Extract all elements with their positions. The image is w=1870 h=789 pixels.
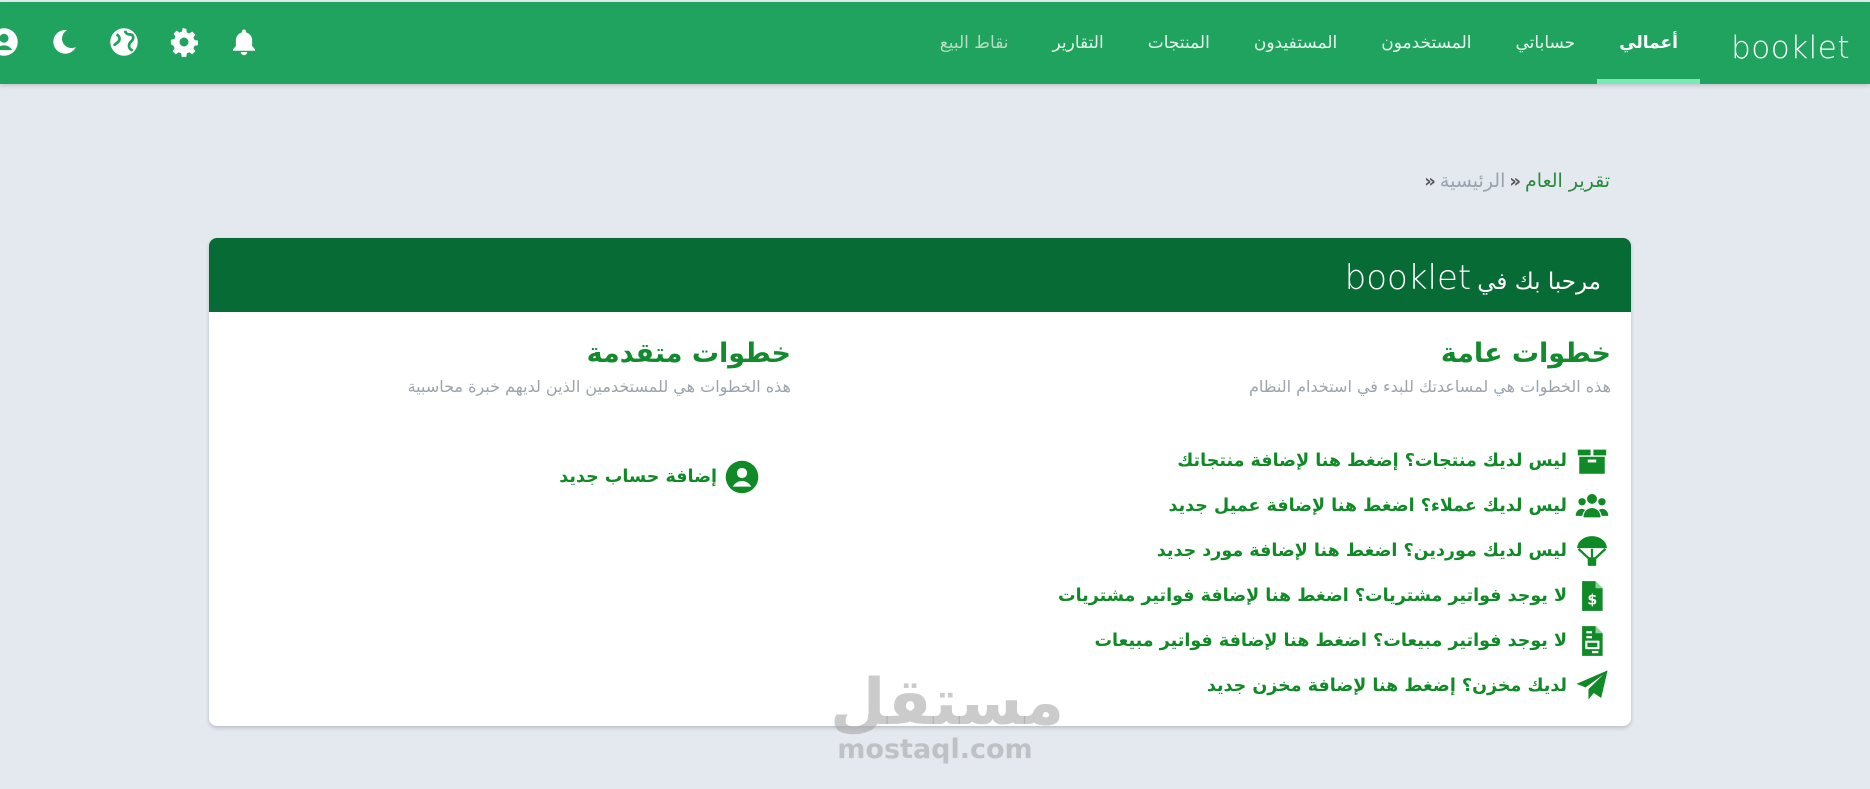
nav-my-work[interactable]: أعمالي <box>1597 2 1700 84</box>
step-add-warehouse[interactable]: لديك مخزن؟ إضغط هنا لإضافة مخزن جديد <box>951 663 1611 708</box>
breadcrumb-home[interactable]: الرئيسية <box>1440 170 1505 192</box>
step-label: لا يوجد فواتير مبيعات؟ اضغط هنا لإضافة ف… <box>1094 630 1567 651</box>
breadcrumb-chevron-icon: « <box>1509 170 1522 192</box>
paper-plane-icon <box>1576 669 1608 699</box>
step-label: لا يوجد فواتير مشتريات؟ اضغط هنا لإضافة … <box>1057 585 1567 606</box>
welcome-card: مرحبا بك في booklet خطوات عامة هذه الخطو… <box>209 238 1631 726</box>
invoice-icon <box>1582 625 1603 656</box>
advanced-steps-section: خطوات متقدمة هذه الخطوات هي للمستخدمين ا… <box>331 338 791 499</box>
step-label: ليس لديك عملاء؟ اضغط هنا لإضافة عميل جدي… <box>1168 495 1567 516</box>
watermark-latin: mostaql.com <box>837 734 1033 765</box>
svg-text:$: $ <box>1587 592 1597 608</box>
nav-products[interactable]: المنتجات <box>1126 2 1232 84</box>
card-header: مرحبا بك في booklet <box>209 238 1631 312</box>
nav-users[interactable]: المستخدمون <box>1359 2 1493 84</box>
users-icon <box>1575 493 1609 517</box>
step-label: ليس لديك موردين؟ اضغط هنا لإضافة مورد جد… <box>1156 540 1567 561</box>
general-steps-title: خطوات عامة <box>1440 338 1611 369</box>
nav-reports[interactable]: التقارير <box>1031 2 1126 84</box>
moon-icon[interactable] <box>48 26 80 58</box>
gear-icon[interactable] <box>168 26 200 58</box>
advanced-steps-list: إضافة حساب جديد <box>331 454 761 499</box>
general-steps-list: ليس لديك منتجات؟ إضغط هنا لإضافة منتجاتك… <box>951 438 1611 708</box>
bell-icon[interactable] <box>228 26 260 58</box>
toolbar <box>0 26 260 58</box>
brand-logo[interactable]: booklet <box>1731 30 1850 66</box>
top-navbar: booklet أعمالي حساباتي المستخدمون المستف… <box>0 2 1870 84</box>
step-add-products[interactable]: ليس لديك منتجات؟ إضغط هنا لإضافة منتجاتك <box>951 438 1611 483</box>
general-steps-section: خطوات عامة هذه الخطوات هي لمساعدتك للبدء… <box>951 338 1611 708</box>
step-label: ليس لديك منتجات؟ إضغط هنا لإضافة منتجاتك <box>1177 450 1567 471</box>
step-add-supplier[interactable]: ليس لديك موردين؟ اضغط هنا لإضافة مورد جد… <box>951 528 1611 573</box>
breadcrumb-current: تقرير العام <box>1525 170 1610 192</box>
user-icon[interactable] <box>0 26 20 58</box>
nav-pos[interactable]: نقاط البيع <box>918 2 1031 84</box>
nav-beneficiaries[interactable]: المستفيدون <box>1232 2 1359 84</box>
step-add-purchase-invoice[interactable]: $ لا يوجد فواتير مشتريات؟ اضغط هنا لإضاف… <box>951 573 1611 618</box>
advanced-steps-subtitle: هذه الخطوات هي للمستخدمين الذين لديهم خب… <box>407 377 791 396</box>
nav-my-accounts[interactable]: حساباتي <box>1494 2 1598 84</box>
step-label: إضافة حساب جديد <box>559 466 717 487</box>
globe-icon[interactable] <box>108 26 140 58</box>
step-add-account[interactable]: إضافة حساب جديد <box>331 454 761 499</box>
general-steps-subtitle: هذه الخطوات هي لمساعدتك للبدء في استخدام… <box>1248 377 1611 396</box>
step-add-customer[interactable]: ليس لديك عملاء؟ اضغط هنا لإضافة عميل جدي… <box>951 483 1611 528</box>
welcome-text: مرحبا بك في <box>1477 269 1601 295</box>
breadcrumb: « الرئيسية « تقرير العام <box>1424 170 1610 192</box>
user-circle-icon <box>725 460 759 493</box>
step-label: لديك مخزن؟ إضغط هنا لإضافة مخزن جديد <box>1206 675 1567 696</box>
step-add-sales-invoice[interactable]: لا يوجد فواتير مبيعات؟ اضغط هنا لإضافة ف… <box>951 618 1611 663</box>
box-icon <box>1577 449 1607 474</box>
main-nav: أعمالي حساباتي المستخدمون المستفيدون الم… <box>918 2 1700 84</box>
invoice-dollar-icon: $ <box>1582 580 1603 611</box>
welcome-brand-logo: booklet <box>1344 258 1472 298</box>
breadcrumb-chevron-icon: « <box>1424 170 1436 192</box>
advanced-steps-title: خطوات متقدمة <box>586 338 791 369</box>
welcome-title: مرحبا بك في booklet <box>1345 258 1601 298</box>
parachute-icon <box>1577 535 1607 566</box>
